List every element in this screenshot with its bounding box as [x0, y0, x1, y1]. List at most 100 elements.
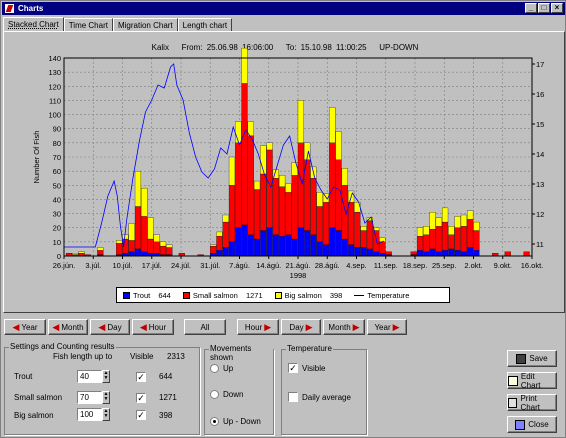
y2-tick-label: 16: [536, 90, 544, 99]
bar-segment: [241, 83, 248, 226]
year-forward-button[interactable]: Year ▶: [367, 319, 407, 335]
small-salmon-length-spinner[interactable]: ▲ ▼: [102, 391, 110, 404]
small-salmon-visible-checkbox[interactable]: ✓: [136, 393, 146, 403]
x-tick-label: 11.sep.: [374, 261, 398, 270]
x-tick-label: 10.júl.: [112, 261, 132, 270]
bar-segment: [253, 180, 261, 190]
bar-segment: [335, 230, 342, 257]
close-button[interactable]: Close: [507, 416, 557, 433]
up-label: Up: [223, 364, 234, 373]
small-salmon-length-input[interactable]: 70: [77, 391, 102, 404]
edit-chart-button[interactable]: Edit Chart: [507, 372, 557, 390]
day-back-button[interactable]: ◀ Day: [90, 319, 130, 335]
printer-icon: [508, 397, 518, 408]
big-salmon-length-spinner[interactable]: ▲ ▼: [102, 408, 110, 421]
print-chart-button[interactable]: Print Chart: [507, 394, 557, 412]
bar-segment: [141, 187, 148, 217]
small-salmon-label: Small salmon: [14, 393, 63, 402]
bar-segment: [128, 251, 135, 257]
all-button[interactable]: All: [184, 319, 226, 335]
x-tick-label: 31.júl.: [200, 261, 220, 270]
bar-segment: [423, 226, 430, 235]
settings-group: Settings and Counting results Fish lengt…: [4, 342, 200, 435]
floppy-disk-icon: [516, 353, 527, 364]
trout-length-input[interactable]: 40: [77, 370, 102, 383]
year-back-button[interactable]: ◀ Year: [4, 319, 46, 335]
bar-segment: [429, 228, 436, 250]
bar-segment: [128, 223, 135, 241]
bar-segment: [210, 244, 217, 247]
x-tick-label: 7.ágú.: [229, 261, 250, 270]
door-icon: [515, 419, 526, 430]
y-tick-label: 80: [53, 139, 61, 148]
y-tick-label: 100: [48, 111, 61, 120]
daily-average-checkbox[interactable]: [288, 392, 298, 402]
bar-segment: [442, 207, 449, 223]
month-back-button[interactable]: ◀ Month: [48, 319, 88, 335]
trout-length-spinner[interactable]: ▲ ▼: [102, 370, 110, 383]
bar-segment: [473, 250, 480, 257]
y-tick-label: 130: [48, 68, 61, 77]
big-salmon-label: Big salmon: [14, 411, 54, 420]
bar-segment: [235, 121, 242, 144]
y2-tick-label: 17: [536, 60, 544, 69]
bar-segment: [235, 142, 242, 228]
bar-segment: [347, 244, 355, 257]
stacked-chart: 0 10 20 30 40 50 60 70 80 90 100 110 120 130 140 11 12 13…: [32, 47, 544, 280]
day-forward-button[interactable]: Day ▶: [281, 319, 321, 335]
bar-segment: [279, 186, 286, 237]
bar-segment: [322, 202, 330, 245]
save-button[interactable]: Save: [507, 350, 557, 367]
bar-segment: [166, 247, 173, 255]
y-tick-label: 20: [53, 224, 61, 233]
month-forward-button[interactable]: Month ▶: [323, 319, 365, 335]
bar-segment: [460, 214, 467, 227]
bar-segment: [448, 248, 455, 257]
chart-icon: [508, 375, 518, 386]
bar-segment: [360, 226, 367, 231]
bar-segment: [222, 247, 229, 257]
trout-count: 644: [159, 372, 173, 381]
up-down-label: Up - Down: [223, 417, 261, 426]
bar-segment: [329, 142, 336, 228]
x-tick-label: 17.júl.: [142, 261, 162, 270]
bar-segment: [360, 247, 367, 257]
movements-title: Movements shown: [209, 344, 273, 362]
bar-segment: [141, 251, 148, 257]
y-tick-label: 110: [49, 96, 61, 105]
trout-label: Trout: [14, 372, 33, 381]
bar-segment: [222, 214, 229, 223]
bar-segment: [322, 244, 330, 257]
hour-back-button[interactable]: ◀ Hour: [132, 319, 174, 335]
bar-segment: [147, 238, 154, 254]
y2-tick-label: 11: [536, 240, 544, 249]
bar-segment: [316, 206, 323, 243]
bar-segment: [247, 135, 254, 235]
temperature-visible-checkbox[interactable]: ✓: [288, 363, 298, 373]
trout-visible-checkbox[interactable]: ✓: [136, 372, 146, 382]
bar-segment: [341, 238, 348, 257]
y-tick-label: 140: [48, 54, 61, 63]
bar-segment: [423, 234, 430, 252]
bar-segment: [285, 234, 292, 257]
navigation-bar: ◀ Year ◀ Month ◀ Day ◀ Hour All Hour ▶ Day ▶ M…: [1, 319, 566, 335]
bar-segment: [72, 253, 79, 255]
temperature-group: Temperature ✓ Visible Daily average: [281, 344, 367, 435]
bar-segment: [354, 212, 361, 248]
down-radio[interactable]: [210, 390, 219, 399]
bar-segment: [222, 221, 229, 248]
big-salmon-length-input[interactable]: 100: [77, 408, 102, 421]
temperature-visible-label: Visible: [302, 364, 326, 373]
up-down-radio[interactable]: [210, 417, 219, 426]
bar-segment: [435, 226, 442, 252]
hour-forward-button[interactable]: Hour ▶: [237, 319, 279, 335]
x-tick-label: 4.sep.: [346, 261, 366, 270]
bar-segment: [285, 183, 292, 193]
big-salmon-visible-checkbox[interactable]: ✓: [136, 410, 146, 420]
bar-segment: [467, 247, 474, 257]
bar-segment: [366, 220, 373, 250]
arrow-right-icon: ▶: [264, 321, 272, 332]
arrow-right-icon: ▶: [352, 321, 360, 332]
y-tick-label: 10: [53, 238, 61, 247]
up-radio[interactable]: [210, 364, 219, 373]
